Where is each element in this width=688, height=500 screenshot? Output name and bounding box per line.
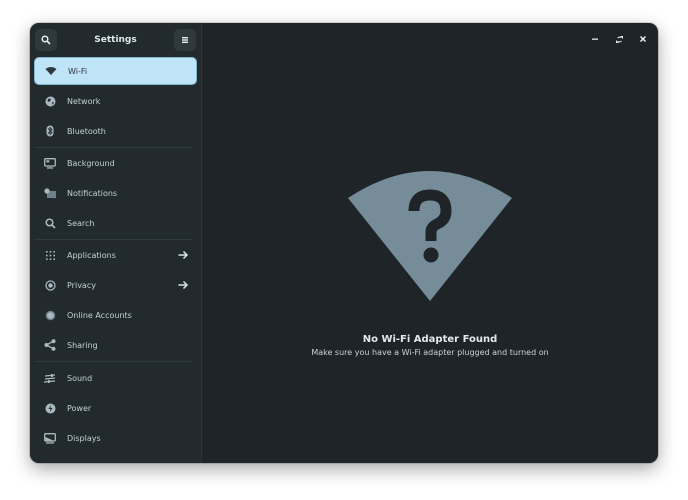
sidebar-item-privacy[interactable]: Privacy [34, 271, 197, 299]
sidebar-item-label: Power [67, 403, 92, 413]
sidebar-header: Settings [30, 23, 201, 56]
bluetooth-icon [43, 124, 57, 138]
separator [34, 361, 192, 362]
separator [34, 239, 192, 240]
window-title: Settings [94, 34, 137, 45]
sidebar-item-label: Applications [67, 250, 116, 260]
restore-icon [615, 35, 623, 43]
sidebar-item-label: Sharing [67, 340, 98, 350]
sidebar-item-background[interactable]: Background [34, 149, 197, 177]
sidebar-item-label: Displays [67, 433, 101, 443]
main-content: No Wi-Fi Adapter Found Make sure you hav… [202, 23, 658, 463]
sound-sliders-icon [43, 371, 57, 385]
displays-icon [43, 431, 57, 445]
sidebar-item-network[interactable]: Network [34, 87, 197, 115]
search-icon [41, 34, 51, 45]
apps-grid-icon [43, 248, 57, 262]
maximize-button[interactable] [613, 33, 625, 45]
search-button[interactable] [35, 28, 57, 51]
sidebar-item-label: Sound [67, 373, 93, 383]
empty-state-description: Make sure you have a Wi-Fi adapter plugg… [311, 348, 549, 357]
arrow-right-icon [178, 250, 189, 260]
sidebar-item-notifications[interactable]: Notifications [34, 179, 197, 207]
sidebar-item-label: Privacy [67, 280, 96, 290]
settings-window: Settings Wi-Fi Network Bluetooth Backgro… [30, 23, 658, 463]
online-accounts-icon [43, 308, 57, 322]
hamburger-menu-icon [181, 36, 188, 43]
privacy-icon [43, 278, 57, 292]
separator [34, 147, 192, 148]
minimize-icon [592, 38, 598, 40]
close-button[interactable] [637, 33, 649, 45]
sidebar-item-label: Bluetooth [67, 126, 106, 136]
search-icon [43, 216, 57, 230]
sidebar: Settings Wi-Fi Network Bluetooth Backgro… [30, 23, 202, 463]
sidebar-item-label: Network [67, 96, 101, 106]
sidebar-item-label: Online Accounts [67, 310, 132, 320]
sidebar-item-bluetooth[interactable]: Bluetooth [34, 117, 197, 145]
sidebar-item-wifi[interactable]: Wi-Fi [34, 57, 197, 85]
sidebar-item-power[interactable]: Power [34, 394, 197, 422]
sidebar-item-label: Wi-Fi [68, 66, 88, 76]
power-icon [43, 401, 57, 415]
sidebar-item-applications[interactable]: Applications [34, 241, 197, 269]
sidebar-item-displays[interactable]: Displays [34, 424, 197, 452]
sidebar-item-label: Search [67, 218, 95, 228]
notifications-icon [43, 186, 57, 200]
main-menu-button[interactable] [173, 28, 196, 51]
wifi-icon [44, 64, 58, 78]
close-icon [639, 35, 647, 43]
monitor-background-icon [43, 156, 57, 170]
arrow-right-icon [178, 280, 189, 290]
sidebar-item-search[interactable]: Search [34, 209, 197, 237]
sidebar-item-label: Notifications [67, 188, 118, 198]
wifi-question-icon [348, 171, 512, 301]
globe-icon [43, 94, 57, 108]
minimize-button[interactable] [589, 33, 601, 45]
sidebar-item-label: Background [67, 158, 115, 168]
sidebar-item-online-accounts[interactable]: Online Accounts [34, 301, 197, 329]
sidebar-item-sharing[interactable]: Sharing [34, 331, 197, 359]
share-icon [43, 338, 57, 352]
empty-state-title: No Wi-Fi Adapter Found [362, 334, 498, 345]
sidebar-item-sound[interactable]: Sound [34, 364, 197, 392]
